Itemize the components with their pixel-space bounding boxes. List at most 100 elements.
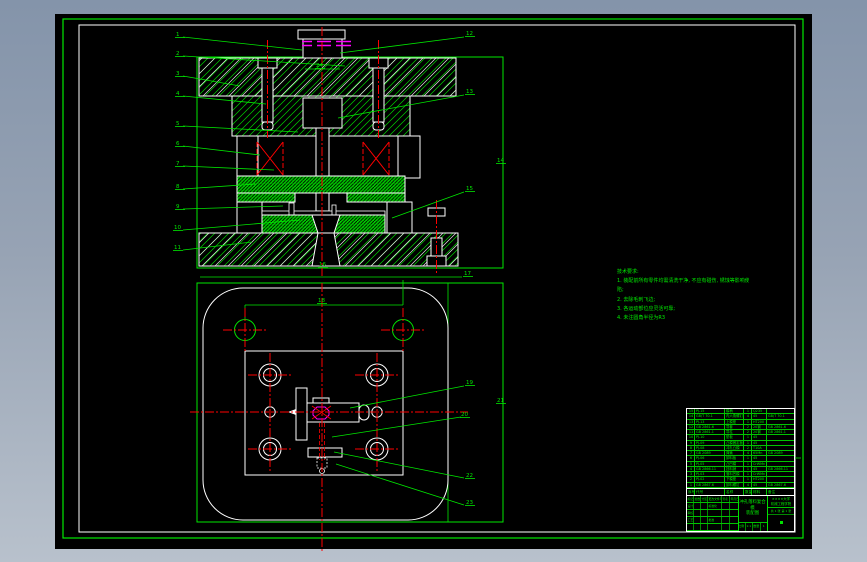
- signature-cell: [730, 503, 738, 509]
- stamp-mark: [779, 521, 783, 525]
- bom-cell: 卸料螺钉: [725, 482, 744, 487]
- bom-cell: Q235: [752, 409, 767, 414]
- bom-cell: 弹簧: [725, 451, 744, 456]
- bom-cell: 凸凹模: [725, 461, 744, 466]
- bom-cell: 8: [687, 445, 695, 451]
- bom-cell: 1: [744, 440, 752, 445]
- bom-cell: 冲孔凸模: [725, 445, 744, 451]
- notes-line: 1. 装配前所有零件均需清洗干净, 不应有碰伤, 锈蚀等影响使用的缺: [617, 278, 749, 285]
- signature-grid: 标记 处数 分区 更改文件号 签名 年月日 设计 标准化 审核 工艺 批准: [687, 496, 739, 531]
- bom-cell: 1: [744, 409, 752, 414]
- bom-cell: 10: [688, 435, 695, 440]
- signature-cell: 工艺: [687, 517, 694, 523]
- signature-cell: [730, 524, 738, 530]
- bom-cell: 4: [687, 466, 695, 472]
- upper-die-seat: [198, 57, 457, 97]
- bom-cell: 代号: [695, 489, 725, 495]
- bom-cell: CrWMn: [753, 472, 767, 477]
- bom-cell: 上模座: [725, 419, 744, 424]
- bom-cell: 卸料板: [725, 456, 744, 461]
- drawing-title-cell: 冲孔落料复合模 装配图 比例 1:1 数量 1: [738, 496, 768, 531]
- signature-row: [687, 524, 738, 531]
- bom-cell: 模柄: [725, 409, 744, 414]
- signature-cell: [722, 517, 730, 523]
- bom-cell: 4: [744, 414, 752, 419]
- signature-cell: [701, 517, 708, 523]
- bom-cell: 导套: [725, 424, 744, 430]
- notes-line: 4. 未注圆角半径为R3: [617, 315, 666, 322]
- signature-cell: [687, 524, 694, 530]
- signature-cell: [694, 503, 701, 509]
- bom-cell: 垫板: [725, 435, 744, 440]
- bom-cell: 3: [687, 472, 695, 477]
- bom-cell: 1: [687, 482, 695, 487]
- bom-cell: [767, 462, 794, 466]
- bom-cell: 凸模固定板: [726, 440, 744, 445]
- bom-cell: 2: [744, 430, 752, 435]
- leader-line: [339, 36, 465, 54]
- bom-cell: PJ-10: [695, 435, 725, 440]
- bom-cell: PJ-06: [695, 456, 725, 461]
- bom-cell: 1: [744, 435, 752, 440]
- notes-line: 2. 去除毛刺飞边;: [617, 296, 656, 303]
- bom-cell: 65Mn: [752, 451, 767, 456]
- signature-cell: [694, 510, 701, 516]
- bom-cell: 备注: [768, 490, 776, 494]
- leader-line: [182, 36, 303, 51]
- bom-cell: 下模座: [725, 477, 744, 482]
- bom-cell: [767, 446, 794, 450]
- bom-cell: 45: [752, 466, 767, 472]
- spring-right: [362, 141, 390, 176]
- bom-cell: 6: [687, 456, 695, 461]
- bom-cell: 名称: [725, 489, 744, 495]
- bom-cell: GB 2861.1: [768, 430, 786, 435]
- bom-cell: 材料: [752, 489, 767, 495]
- bom-cell: [767, 420, 794, 424]
- bom-cell: [767, 477, 794, 481]
- signature-cell: [701, 503, 708, 509]
- bom-cell: GB 2861.1: [695, 430, 725, 435]
- bom-cell: 4: [744, 451, 752, 456]
- signature-cell: 批准: [708, 517, 722, 523]
- title-block: 15 PJ-15 模柄 1 Q235 14 GB/T 70.1 内六角螺钉 4 45 GB/T 70…: [686, 408, 795, 532]
- bom-cell: PJ-15: [695, 409, 725, 414]
- bom-cell: GB 2089: [695, 451, 725, 456]
- bom-cell: 1: [744, 456, 752, 461]
- bom-cell: 45: [752, 456, 767, 461]
- signature-cell: [722, 510, 730, 516]
- spacer-right: [397, 135, 421, 179]
- signature-cell: [694, 524, 701, 530]
- bom-cell: GB 2866.11: [768, 466, 789, 471]
- signature-cell: [708, 524, 722, 530]
- bom-cell: 7: [687, 451, 695, 456]
- leader-line: [349, 385, 465, 409]
- notes-line: 陷;: [617, 287, 624, 294]
- spacer-left: [236, 135, 259, 179]
- sheet-count: 共 1 张 第 1 张: [768, 508, 794, 516]
- bom-cell: 12: [688, 424, 695, 430]
- notes-line: 3. 各运动部位应灵活可靠;: [617, 305, 676, 312]
- bom-cell: 1: [744, 472, 752, 477]
- bom-cell: 20钢: [752, 424, 767, 430]
- signature-cell: 设计: [687, 503, 694, 509]
- bom-cell: GB 2866.11: [695, 466, 725, 472]
- scale-cell: 比例: [738, 523, 746, 531]
- drawing-title: 冲孔落料复合模 装配图: [739, 500, 766, 517]
- signature-cell: 标准化: [708, 503, 722, 509]
- notes-title: 技术要求:: [617, 269, 639, 275]
- scale-cell: 1:1: [746, 523, 753, 531]
- parts-list: 15 PJ-15 模柄 1 Q235 14 GB/T 70.1 内六角螺钉 4 45 GB/T 70…: [687, 409, 794, 488]
- parts-list-header: 序号 代号 名称 数量 材料 备注: [687, 488, 794, 496]
- bom-cell: 2: [744, 445, 752, 451]
- bom-cell: PJ-13: [695, 419, 725, 424]
- bom-cell: [767, 435, 794, 439]
- bom-cell: 9: [687, 440, 695, 445]
- bom-cell: 导柱: [725, 430, 744, 435]
- leader-line: [333, 451, 465, 479]
- signature-cell: [701, 510, 708, 516]
- leader-line: [182, 205, 284, 210]
- bom-cell: PJ-09: [695, 440, 725, 445]
- signature-cell: 年月日: [730, 497, 739, 501]
- center-part: [295, 387, 370, 458]
- bom-cell: GB/T 70.1: [695, 414, 725, 419]
